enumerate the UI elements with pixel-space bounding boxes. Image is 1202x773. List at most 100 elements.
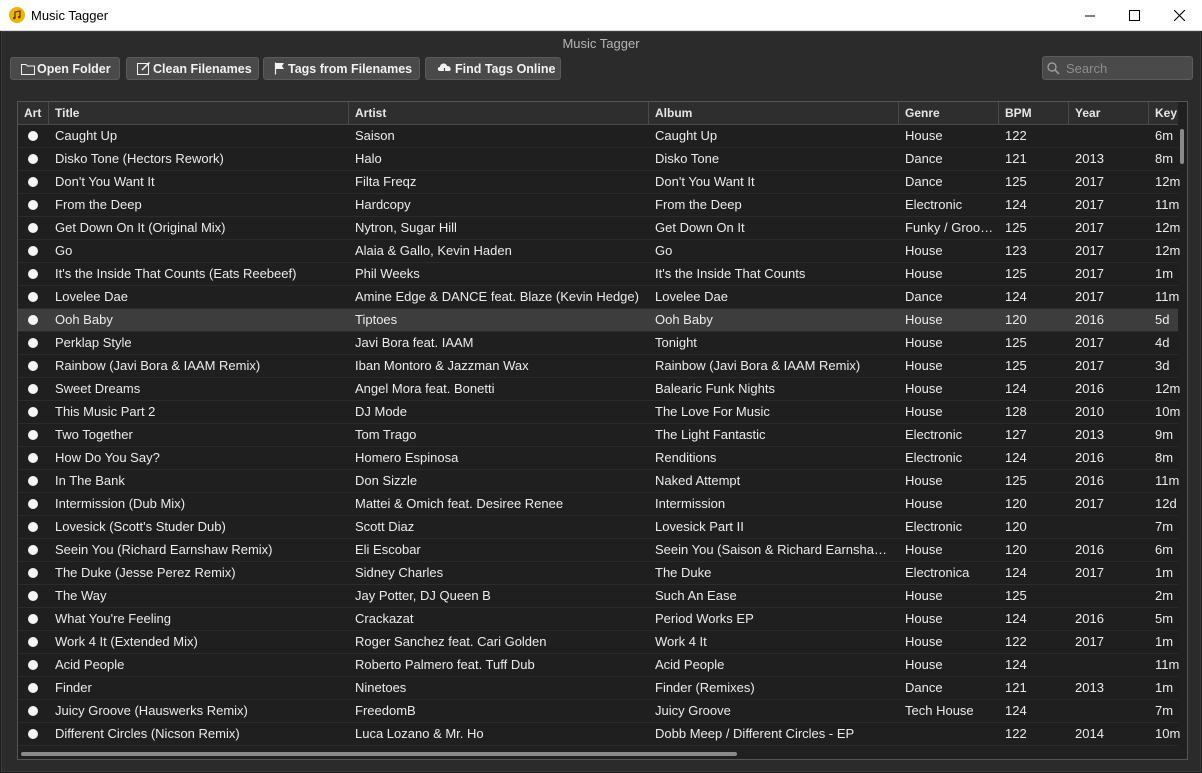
table-row[interactable]: Work 4 It (Extended Mix) Roger Sanchez fe… — [18, 631, 1178, 654]
column-header-bpm[interactable]: BPM — [999, 102, 1069, 124]
table-row[interactable]: Intermission (Dub Mix) Mattei & Omich fea… — [18, 493, 1178, 516]
dot-icon — [28, 545, 38, 555]
cell-bpm: 125 — [1005, 174, 1027, 189]
cell-title: Finder — [55, 680, 92, 695]
tags-from-filenames-button[interactable]: Tags from Filenames — [263, 57, 420, 80]
column-header-genre[interactable]: Genre — [899, 102, 999, 124]
cell-art — [18, 148, 49, 170]
vertical-scrollbar[interactable] — [1178, 125, 1186, 747]
table-row[interactable]: In The Bank Don Sizzle Naked Attempt House 1… — [18, 470, 1179, 493]
table-row[interactable]: Lovelee Dae Amine Edge & DANCE feat. Blaz… — [18, 286, 1179, 309]
table-row[interactable]: Sweet Dreams Angel Mora feat. Bonetti Bale… — [18, 378, 1180, 401]
table-row[interactable]: Don't You Want It Filta Freqz Don't You Wa… — [18, 171, 1180, 194]
table-row[interactable]: Two Together Tom Trago The Light Fantastic… — [18, 424, 1178, 447]
table-row[interactable]: How Do You Say? Homero Espinosa Renditions… — [18, 447, 1178, 470]
window-titlebar: Music Tagger — [0, 0, 1202, 31]
dot-icon — [28, 614, 38, 624]
cell-title: Intermission (Dub Mix) — [55, 496, 186, 511]
clean-filenames-button[interactable]: Clean Filenames — [126, 57, 259, 80]
tags-from-filenames-label: Tags from Filenames — [288, 61, 413, 76]
dot-icon — [28, 591, 38, 601]
folder-icon — [21, 63, 35, 75]
cell-artist: Don Sizzle — [355, 473, 418, 488]
dot-icon — [28, 361, 38, 371]
horizontal-scrollbar[interactable] — [18, 749, 1178, 759]
column-header-artist[interactable]: Artist — [349, 102, 649, 124]
cell-album: Caught Up — [655, 128, 718, 143]
cell-title: Lovesick (Scott's Studer Dub) — [55, 519, 226, 534]
cell-album: Period Works EP — [655, 611, 754, 626]
cell-title: Acid People — [55, 657, 125, 672]
cell-title: Lovelee Dae — [55, 289, 128, 304]
table-row[interactable]: Acid People Roberto Palmero feat. Tuff Du… — [18, 654, 1179, 677]
table-row[interactable]: Caught Up Saison Caught Up House 122 6m — [18, 125, 1178, 148]
vertical-scrollbar-thumb[interactable] — [1180, 129, 1184, 164]
table-row[interactable]: Ooh Baby Tiptoes Ooh Baby House 120 2016 5d — [18, 309, 1178, 332]
cell-artist: Ninetoes — [355, 680, 407, 695]
search-box[interactable] — [1042, 56, 1193, 80]
cell-art — [18, 723, 49, 745]
column-header-art[interactable]: Art — [18, 102, 49, 124]
search-icon — [1047, 61, 1060, 75]
cell-art — [18, 355, 49, 377]
cell-artist: Halo — [355, 151, 382, 166]
cell-title: Sweet Dreams — [55, 381, 141, 396]
edit-icon — [137, 62, 151, 75]
minimize-button[interactable] — [1067, 0, 1112, 31]
table-row[interactable]: Perklap Style Javi Bora feat. IAAM Tonight… — [18, 332, 1178, 355]
cell-title: Different Circles (Nicson Remix) — [55, 726, 240, 741]
cell-year — [1069, 125, 1149, 147]
cell-title: Rainbow (Javi Bora & IAAM Remix) — [55, 358, 261, 373]
cell-title: The Way — [55, 588, 107, 603]
cell-year: 2017 — [1075, 266, 1104, 281]
dot-icon — [28, 131, 38, 141]
column-header-album[interactable]: Album — [649, 102, 899, 124]
cell-genre: Electronic — [905, 427, 963, 442]
cell-bpm: 127 — [1005, 427, 1027, 442]
table-row[interactable]: This Music Part 2 DJ Mode The Love For Mus… — [18, 401, 1180, 424]
cell-album: From the Deep — [655, 197, 742, 212]
cell-bpm: 125 — [1005, 588, 1027, 603]
search-input[interactable] — [1064, 59, 1188, 77]
horizontal-scrollbar-thumb[interactable] — [21, 752, 737, 756]
column-header-title[interactable]: Title — [49, 102, 349, 124]
open-folder-button[interactable]: Open Folder — [10, 57, 120, 80]
cell-art — [18, 125, 49, 147]
cell-album: Naked Attempt — [655, 473, 741, 488]
find-tags-online-button[interactable]: Find Tags Online — [425, 57, 561, 80]
table-row[interactable]: It's the Inside That Counts (Eats Reebee… — [18, 263, 1178, 286]
cell-album: Work 4 It — [655, 634, 707, 649]
cell-genre: House — [905, 243, 943, 258]
minimize-icon — [1084, 15, 1095, 16]
table-row[interactable]: The Way Jay Potter, DJ Queen B Such An Eas… — [18, 585, 1178, 608]
table-row[interactable]: Different Circles (Nicson Remix) Luca Loz… — [18, 723, 1180, 746]
table-row[interactable]: The Duke (Jesse Perez Remix) Sidney Charl… — [18, 562, 1178, 585]
cell-art — [18, 332, 49, 354]
table-row[interactable]: From the Deep Hardcopy From the Deep Electr… — [18, 194, 1179, 217]
table-row[interactable]: Rainbow (Javi Bora & IAAM Remix) Iban Mon… — [18, 355, 1178, 378]
table-row[interactable]: Get Down On It (Original Mix) Nytron, Sug… — [18, 217, 1180, 240]
cell-year: 2013 — [1075, 151, 1104, 166]
table-row[interactable]: Disko Tone (Hectors Rework) Halo Disko Ton… — [18, 148, 1178, 171]
table-row[interactable]: What You're Feeling Crackazat Period Works… — [18, 608, 1178, 631]
cell-genre: Dance — [905, 151, 943, 166]
table-row[interactable]: Go Alaia & Gallo, Kevin Haden Go House 123 20… — [18, 240, 1180, 263]
cell-title: From the Deep — [55, 197, 142, 212]
dot-icon — [28, 522, 38, 532]
cell-year: 2017 — [1075, 220, 1104, 235]
dot-icon — [28, 568, 38, 578]
maximize-button[interactable] — [1112, 0, 1157, 31]
cell-album: Tonight — [655, 335, 697, 350]
cell-title: Go — [55, 243, 73, 258]
close-button[interactable] — [1157, 0, 1202, 31]
cell-art — [18, 240, 49, 262]
cell-title: Juicy Groove (Hauswerks Remix) — [55, 703, 248, 718]
column-header-key[interactable]: Key — [1149, 102, 1187, 124]
table-row[interactable]: Lovesick (Scott's Studer Dub) Scott Diaz L… — [18, 516, 1178, 539]
cell-art — [18, 562, 49, 584]
cell-album: Dobb Meep / Different Circles - EP — [655, 726, 855, 741]
table-row[interactable]: Finder Ninetoes Finder (Remixes) Dance 121 20… — [18, 677, 1178, 700]
column-header-year[interactable]: Year — [1069, 102, 1149, 124]
table-row[interactable]: Juicy Groove (Hauswerks Remix) FreedomB Ju… — [18, 700, 1178, 723]
table-row[interactable]: Seein You (Richard Earnshaw Remix) Eli Es… — [18, 539, 1178, 562]
